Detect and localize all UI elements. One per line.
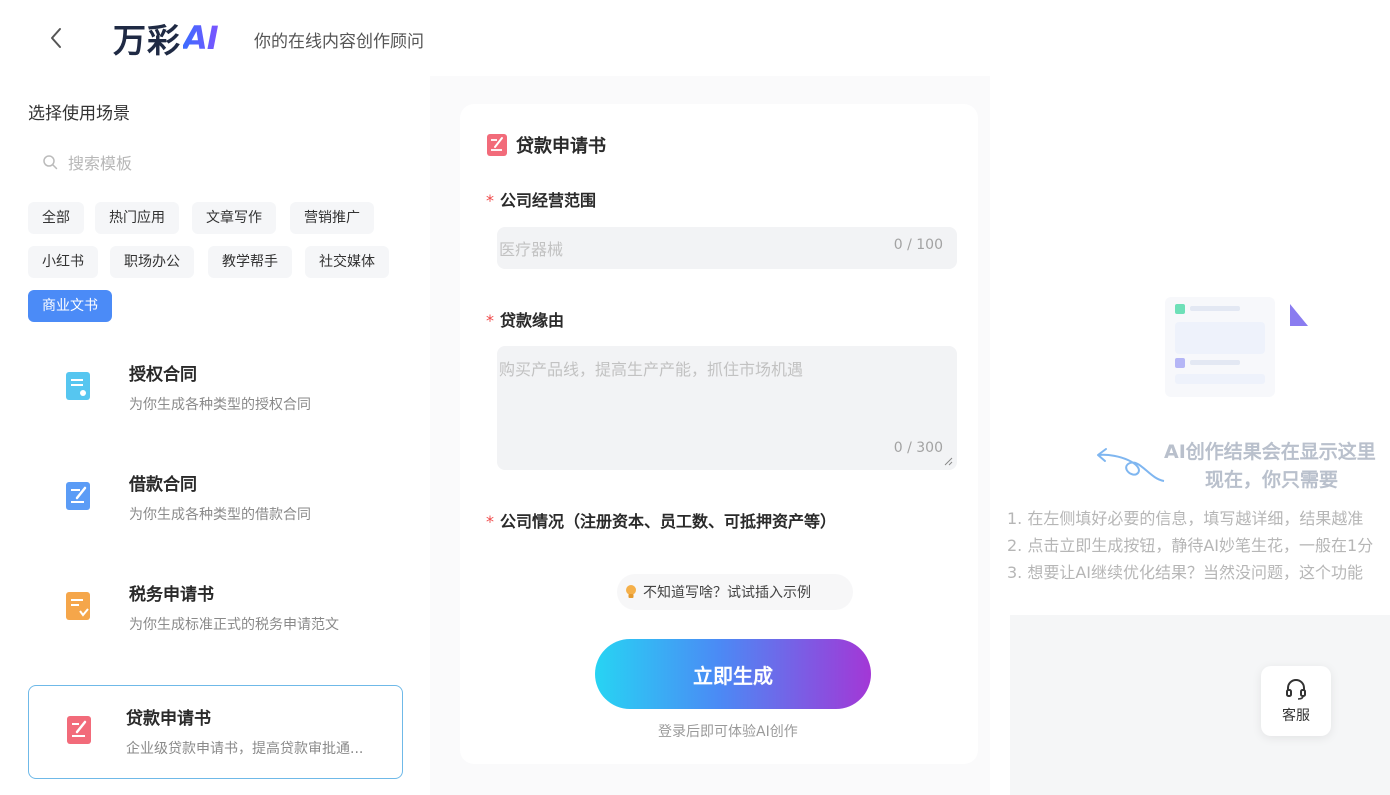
logo-ai-text: AI [183,19,219,57]
loan-reason-textarea[interactable]: 购买产品线，提高生产产能，抓住市场机遇 0 / 300 [497,346,957,470]
tag-xiaohongshu[interactable]: 小红书 [28,246,98,278]
result-panel-footer-area [1010,615,1390,795]
contract-icon [66,372,90,400]
field-label-text: 贷款缘由 [500,311,565,330]
tag-marketing[interactable]: 营销推广 [290,202,374,234]
input-placeholder: 医疗器械 [499,240,564,259]
template-item-loan-contract[interactable]: 借款合同 为你生成各种类型的借款合同 [28,452,403,546]
result-instructions: 1. 在左侧填好必要的信息，填写越详细，结果越准 2. 点击立即生成按钮，静待A… [1007,505,1390,586]
curved-arrow-icon [1097,448,1165,482]
tag-business-docs[interactable]: 商业文书 [28,290,112,322]
template-item-loan-application[interactable]: 贷款申请书 企业级贷款申请书，提高贷款审批通... [28,685,403,779]
tag-office[interactable]: 职场办公 [110,246,194,278]
customer-service-label: 客服 [1282,708,1310,724]
required-mark: * [486,311,494,330]
form-title: 贷款申请书 [516,136,606,157]
template-name: 借款合同 [129,475,197,495]
instruction-step: 2. 点击立即生成按钮，静待AI妙笔生花，一般在1分 [1007,536,1374,555]
tag-article-writing[interactable]: 文章写作 [192,202,276,234]
result-placeholder-subtitle: 现在，你只需要 [1205,469,1339,491]
search-icon [43,155,58,170]
headset-icon [1286,679,1306,700]
sidebar-title: 选择使用场景 [28,104,130,124]
template-desc: 为你生成各种类型的借款合同 [129,507,311,523]
template-desc: 为你生成标准正式的税务申请范文 [129,617,339,633]
template-name: 税务申请书 [129,585,214,605]
field-label-business-scope: * 公司经营范围 [486,187,596,211]
generate-button[interactable]: 立即生成 [595,639,871,709]
tag-teaching[interactable]: 教学帮手 [208,246,292,278]
template-name: 贷款申请书 [126,709,211,729]
form-header: 贷款申请书 [486,132,606,158]
insert-example-button[interactable]: 不知道写啥？试试插入示例 [617,574,853,610]
template-desc: 企业级贷款申请书，提高贷款审批通... [126,741,364,757]
template-search-input[interactable]: 搜索模板 [28,144,408,180]
lightbulb-icon [626,585,636,598]
field-label-loan-reason: * 贷款缘由 [486,307,564,331]
search-placeholder: 搜索模板 [68,154,133,173]
customer-service-button[interactable]: 客服 [1261,666,1331,736]
char-counter: 0 / 100 [893,237,943,253]
template-item-authorization-contract[interactable]: 授权合同 为你生成各种类型的授权合同 [28,342,403,436]
slogan: 你的在线内容创作顾问 [254,32,424,52]
tag-hot-apps[interactable]: 热门应用 [95,202,179,234]
template-item-tax-application[interactable]: 税务申请书 为你生成标准正式的税务申请范文 [28,562,403,656]
tag-all[interactable]: 全部 [28,202,84,234]
template-name: 授权合同 [129,365,197,385]
logo-text: 万彩 [113,21,181,60]
required-mark: * [486,512,494,531]
required-mark: * [486,191,494,210]
input-placeholder: 购买产品线，提高生产产能，抓住市场机遇 [499,360,804,379]
field-label-company-status: * 公司情况（注册资本、员工数、可抵押资产等） [486,508,836,532]
char-counter: 0 / 300 [893,440,943,456]
business-scope-input[interactable]: 医疗器械 0 / 100 [497,227,957,269]
login-tip: 登录后即可体验AI创作 [658,724,798,740]
document-illustration-icon [1165,297,1308,397]
instruction-step: 3. 想要让AI继续优化结果？当然没问题，这个功能 [1007,563,1364,582]
tag-social-media[interactable]: 社交媒体 [305,246,389,278]
result-placeholder-title: AI创作结果会在显示这里 [1164,441,1376,463]
top-header: 万彩 AI 你的在线内容创作顾问 [0,0,1390,76]
loan-application-icon [487,134,507,156]
logo[interactable]: 万彩 AI [113,16,219,60]
instruction-step: 1. 在左侧填好必要的信息，填写越详细，结果越准 [1007,509,1364,528]
insert-example-label: 不知道写啥？试试插入示例 [643,585,811,601]
chevron-left-icon [51,28,61,48]
field-label-text: 公司情况（注册资本、员工数、可抵押资产等） [500,512,837,531]
resize-handle-icon[interactable] [943,456,953,466]
field-label-text: 公司经营范围 [500,191,597,210]
template-desc: 为你生成各种类型的授权合同 [129,397,311,413]
loan-application-icon [67,716,91,744]
tax-icon [66,592,90,620]
loan-contract-icon [66,482,90,510]
back-button[interactable] [40,22,72,54]
